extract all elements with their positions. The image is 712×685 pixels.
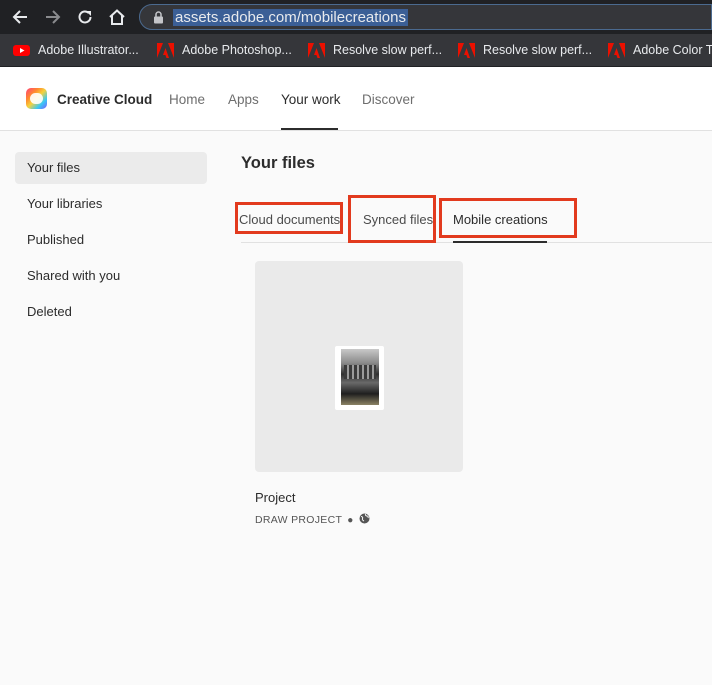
thumbnail-image <box>341 349 379 405</box>
active-tab-indicator <box>453 241 547 243</box>
reload-icon[interactable] <box>73 5 97 29</box>
bookmark-label: Resolve slow perf... <box>483 43 593 57</box>
sidebar-item-published[interactable]: Published <box>15 224 207 256</box>
bookmark-label: Adobe Photoshop... <box>182 43 292 57</box>
nav-home[interactable]: Home <box>169 92 205 107</box>
sidebar-item-deleted[interactable]: Deleted <box>15 296 207 328</box>
sidebar-item-your-libraries[interactable]: Your libraries <box>15 188 207 220</box>
bookmark-item[interactable]: Adobe Color T <box>608 40 712 60</box>
creative-cloud-logo-icon[interactable] <box>26 88 47 109</box>
address-bar[interactable]: assets.adobe.com/mobilecreations <box>139 4 712 30</box>
adobe-icon <box>308 42 325 58</box>
bookmark-label: Resolve slow perf... <box>333 43 443 57</box>
app-header: Creative Cloud Home Apps Your work Disco… <box>0 67 712 131</box>
sidebar-item-shared-with-you[interactable]: Shared with you <box>15 260 207 292</box>
file-name[interactable]: Project <box>255 490 295 505</box>
sidebar-item-your-files[interactable]: Your files <box>15 152 207 184</box>
browser-toolbar: assets.adobe.com/mobilecreations <box>0 0 712 34</box>
youtube-icon <box>13 43 30 58</box>
lock-icon <box>153 11 164 29</box>
bookmark-item[interactable]: Resolve slow perf... <box>458 40 592 60</box>
bookmark-item[interactable]: Resolve slow perf... <box>308 40 442 60</box>
bookmarks-bar: Adobe Illustrator... Adobe Photoshop... … <box>0 34 712 67</box>
annotation-box <box>348 195 436 243</box>
active-nav-indicator <box>281 128 338 130</box>
separator-dot: ● <box>347 514 354 526</box>
url-text[interactable]: assets.adobe.com/mobilecreations <box>173 9 408 26</box>
bookmark-item[interactable]: Adobe Illustrator... <box>13 40 139 60</box>
back-arrow-icon[interactable] <box>8 5 32 29</box>
bookmark-item[interactable]: Adobe Photoshop... <box>157 40 292 60</box>
page-title: Your files <box>241 154 315 172</box>
file-card[interactable] <box>255 261 463 472</box>
nav-discover[interactable]: Discover <box>362 92 415 107</box>
forward-arrow-icon[interactable] <box>41 5 65 29</box>
home-icon[interactable] <box>105 5 129 29</box>
nav-apps[interactable]: Apps <box>228 92 259 107</box>
bookmark-label: Adobe Color T <box>633 43 712 57</box>
adobe-icon <box>608 42 625 58</box>
brand-name[interactable]: Creative Cloud <box>57 92 152 107</box>
file-type: DRAW PROJECT <box>255 514 343 526</box>
adobe-icon <box>157 42 174 58</box>
file-thumbnail <box>335 346 384 410</box>
adobe-icon <box>458 42 475 58</box>
globe-icon <box>359 513 370 527</box>
file-meta: DRAW PROJECT ● <box>255 513 370 527</box>
bookmark-label: Adobe Illustrator... <box>38 43 139 57</box>
annotation-box <box>439 198 577 238</box>
annotation-box <box>235 202 343 234</box>
nav-your-work[interactable]: Your work <box>281 92 341 107</box>
